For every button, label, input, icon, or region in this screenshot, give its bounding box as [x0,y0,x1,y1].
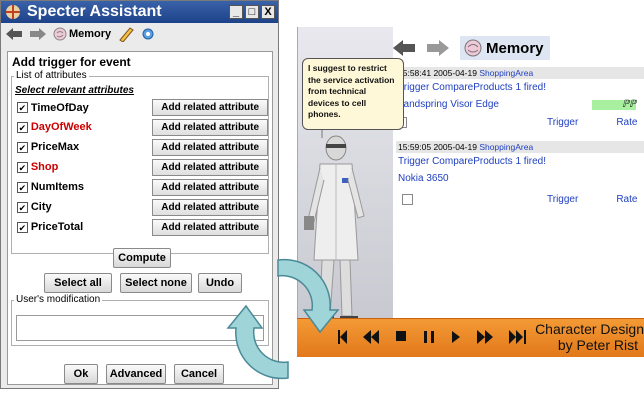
speech-bubble: I suggest to restrict the service activa… [302,58,404,130]
attribute-row: ✔ Shop Add related attribute [12,157,268,177]
app-logo-icon [6,5,20,19]
entry-area: ShoppingArea [479,142,534,152]
rewind-icon[interactable] [363,330,379,344]
attribute-checkbox[interactable]: ✔ [17,161,28,173]
add-related-attribute-button[interactable]: Add related attribute [152,178,268,196]
panel-title: Add trigger for event [12,55,131,69]
memory-button[interactable]: Memory [53,27,111,41]
character-credit: Character Design by Peter Rist [504,321,644,353]
credit-line-2: by Peter Rist [557,337,638,353]
select-all-button[interactable]: Select all [44,273,112,293]
forward-arrow-icon[interactable] [426,39,450,57]
attribute-row: ✔ DayOfWeek Add related attribute [12,117,268,137]
attribute-name: Shop [30,161,59,173]
rate-link[interactable]: Rate [616,117,637,128]
attribute-checkbox[interactable]: ✔ [17,141,28,153]
attribute-name: PriceMax [30,141,80,153]
fast-forward-icon[interactable] [477,330,493,344]
cycle-arrows-icon [226,258,340,380]
brain-icon [53,27,67,41]
memory-tab[interactable]: Memory [460,36,550,60]
compute-button[interactable]: Compute [113,248,171,268]
attribute-name: TimeOfDay [30,101,89,114]
player-buttons [337,330,527,346]
attribute-list-legend: List of attributes [14,70,89,81]
entry-header: 15:58:41 2005-04-19 ShoppingArea [396,67,644,79]
entry-time: 15:58:41 2005-04-19 [398,68,477,78]
entry-time: 15:59:05 2005-04-19 [398,142,477,152]
trigger-link[interactable]: Trigger [547,117,578,128]
attribute-name: NumItems [30,181,84,193]
ok-button[interactable]: Ok [64,364,98,384]
select-none-button[interactable]: Select none [120,273,192,293]
trigger-link[interactable]: Trigger [547,194,578,205]
attribute-name: DayOfWeek [30,121,92,133]
back-arrow-icon[interactable] [392,39,416,57]
play-icon[interactable] [451,330,461,344]
add-related-attribute-button[interactable]: Add related attribute [152,118,268,136]
window-title: Specter Assistant [27,3,162,20]
entry-checkbox[interactable] [402,193,413,205]
attribute-checkbox[interactable]: ✔ [17,221,28,233]
attribute-name: City [30,201,52,213]
close-button[interactable]: X [261,5,275,19]
memory-entry: 15:58:41 2005-04-19 ShoppingArea Trigger… [396,67,644,131]
attribute-checkbox[interactable]: ✔ [17,121,28,133]
attribute-row: ✔ PriceMax Add related attribute [12,137,268,157]
entry-product[interactable]: Nokia 3650 [396,170,644,187]
attribute-list-group: List of attributes Select relevant attri… [11,70,269,254]
entry-product-name: Landspring Visor Edge [398,99,499,110]
add-related-attribute-button[interactable]: Add related attribute [152,198,268,216]
cancel-button[interactable]: Cancel [174,364,224,384]
attribute-checkbox[interactable]: ✔ [17,181,28,193]
memory-entry: 15:59:05 2005-04-19 ShoppingArea Trigger… [396,141,644,208]
toolbar: Memory [1,23,278,45]
add-related-attribute-button[interactable]: Add related attribute [152,218,268,236]
attribute-row: ✔ City Add related attribute [12,197,268,217]
gear-icon[interactable] [141,27,155,41]
attribute-row: ✔ PriceTotal Add related attribute [12,217,268,237]
add-related-attribute-button[interactable]: Add related attribute [152,158,268,176]
forward-arrow-icon[interactable] [29,27,47,41]
memory-tab-label: Memory [486,39,544,57]
entry-message[interactable]: Trigger CompareProducts 1 fired! [396,79,644,96]
memory-label: Memory [69,28,112,40]
advanced-button[interactable]: Advanced [106,364,166,384]
add-related-attribute-button[interactable]: Add related attribute [152,99,268,116]
attribute-checkbox[interactable]: ✔ [17,201,28,213]
attribute-row: ✔ NumItems Add related attribute [12,177,268,197]
entry-product[interactable]: Landspring Visor Edge ℙℙ [396,96,644,113]
rate-link[interactable]: Rate [616,194,637,205]
entry-area: ShoppingArea [479,68,534,78]
rating-bar: ℙℙ [592,100,636,110]
entry-message[interactable]: Trigger CompareProducts 1 fired! [396,153,644,170]
entry-footer: Trigger Rate [396,113,644,131]
back-arrow-icon[interactable] [5,27,23,41]
pause-icon[interactable] [423,330,435,344]
attribute-name: PriceTotal [30,221,84,233]
entry-header: 15:59:05 2005-04-19 ShoppingArea [396,141,644,153]
brain-icon [464,39,482,57]
credit-line-1: Character Design [535,321,644,337]
user-modification-legend: User's modification [14,294,103,305]
add-related-attribute-button[interactable]: Add related attribute [152,138,268,156]
attribute-checkbox[interactable]: ✔ [17,102,28,113]
minimize-button[interactable]: _ [229,5,243,19]
entry-footer: Trigger Rate [396,190,644,208]
stop-icon[interactable] [395,330,407,342]
title-bar[interactable]: Specter Assistant _ □ X [1,1,278,23]
memory-header: Memory [392,33,550,63]
maximize-button[interactable]: □ [245,5,259,19]
attribute-row: ✔ TimeOfDay Add related attribute [12,98,268,117]
player-controls-bar: Character Design by Peter Rist [297,318,644,357]
pencil-icon[interactable] [117,26,135,42]
